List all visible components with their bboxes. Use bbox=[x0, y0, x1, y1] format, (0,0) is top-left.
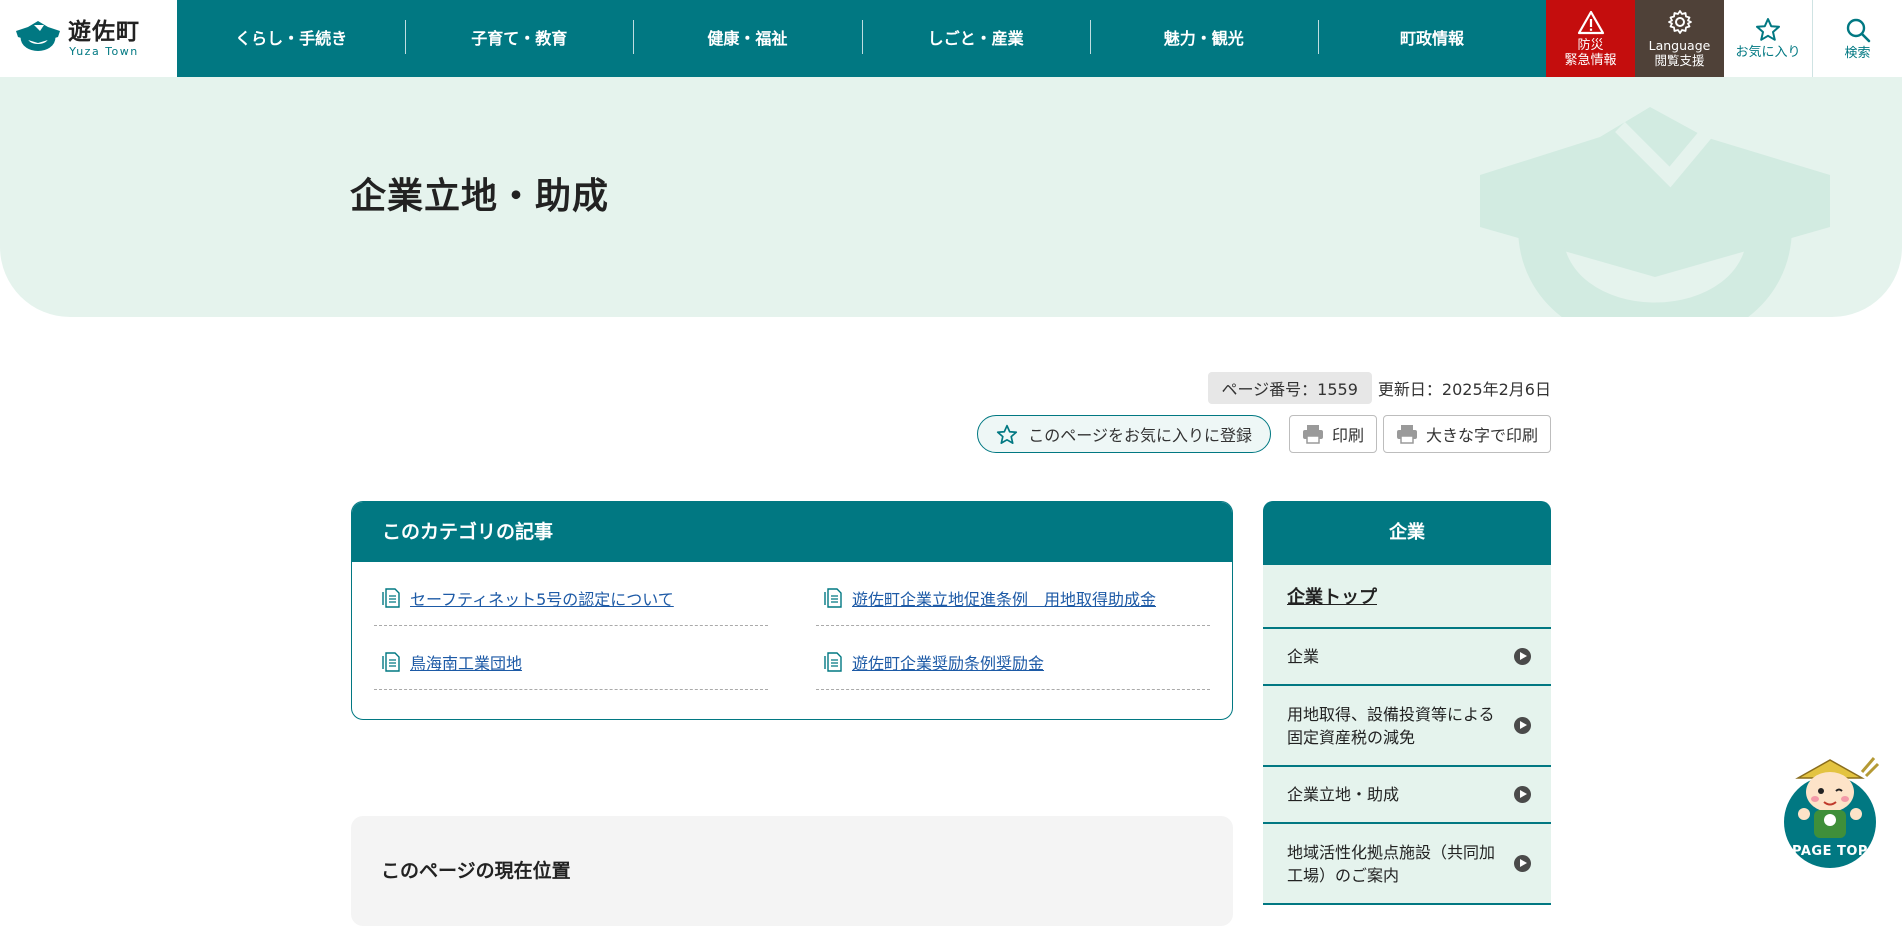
sidebar-top-label: 企業トップ bbox=[1287, 587, 1377, 608]
gear-icon bbox=[1667, 10, 1692, 34]
print-large-label: 大きな字で印刷 bbox=[1425, 426, 1538, 445]
sidebar-item-tax-reduction[interactable]: 用地取得、設備投資等による固定資産税の減免 bbox=[1263, 686, 1551, 767]
article-link[interactable]: 遊佐町企業立地促進条例 用地取得助成金 bbox=[852, 586, 1156, 610]
page-hero: 企業立地・助成 bbox=[0, 77, 1902, 317]
list-item[interactable]: 鳥海南工業団地 bbox=[374, 626, 768, 690]
search-button[interactable]: 検索 bbox=[1813, 0, 1902, 77]
arrow-right-icon bbox=[1514, 786, 1531, 803]
sidebar-item-processing-facility[interactable]: 地域活性化拠点施設（共同加工場）のご案内 bbox=[1263, 824, 1551, 905]
favorites-label: お気に入り bbox=[1735, 45, 1801, 60]
sidebar: 企業 企業トップ 企業 用地取得、設備投資等による固定資産税の減免 企業立地・助… bbox=[1263, 501, 1551, 905]
arrow-right-icon bbox=[1514, 855, 1531, 872]
language-label-2: 閲覧支援 bbox=[1654, 53, 1705, 68]
sidebar-heading: 企業 bbox=[1263, 501, 1551, 565]
list-item[interactable]: 遊佐町企業奨励条例奨励金 bbox=[816, 626, 1210, 690]
page-tools: このページをお気に入りに登録 印刷 大きな字で印刷 bbox=[977, 415, 1551, 453]
print-label: 印刷 bbox=[1331, 426, 1364, 445]
breadcrumb-heading: このページの現在位置 bbox=[381, 860, 571, 882]
nav-tourism[interactable]: 魅力・観光 bbox=[1089, 0, 1318, 77]
star-icon bbox=[1756, 18, 1780, 41]
breadcrumb: このページの現在位置 bbox=[351, 816, 1233, 926]
disaster-label-2: 緊急情報 bbox=[1564, 52, 1617, 68]
language-support-button[interactable]: Language 閲覧支援 bbox=[1635, 0, 1724, 77]
print-button[interactable]: 印刷 bbox=[1288, 415, 1377, 453]
logo-name: 遊佐町 bbox=[68, 19, 140, 45]
town-emblem-watermark-icon bbox=[1480, 107, 1830, 317]
favorites-button[interactable]: お気に入り bbox=[1724, 0, 1813, 77]
page-title: 企業立地・助成 bbox=[350, 176, 610, 217]
updated-date: 更新日：2025年2月6日 bbox=[1377, 380, 1551, 399]
star-icon bbox=[997, 424, 1018, 444]
category-list: セーフティネット5号の認定について 遊佐町企業立地促進条例 用地取得助成金 鳥海… bbox=[352, 562, 1232, 690]
add-favorite-label: このページをお気に入りに登録 bbox=[1028, 426, 1252, 445]
site-logo[interactable]: 遊佐町 Yuza Town bbox=[0, 0, 177, 77]
nav-government[interactable]: 町政情報 bbox=[1317, 0, 1546, 77]
page-meta: ページ番号：1559 更新日：2025年2月6日 bbox=[1207, 372, 1551, 404]
printer-icon bbox=[1396, 425, 1417, 444]
town-emblem-icon bbox=[16, 20, 60, 51]
disaster-label-1: 防災 bbox=[1577, 37, 1604, 53]
category-articles: このカテゴリの記事 セーフティネット5号の認定について 遊佐町企業立地促進条例 … bbox=[351, 501, 1233, 720]
disaster-info-button[interactable]: 防災 緊急情報 bbox=[1546, 0, 1635, 77]
warning-icon bbox=[1577, 10, 1604, 34]
category-heading: このカテゴリの記事 bbox=[352, 502, 1232, 562]
printer-icon bbox=[1302, 425, 1323, 444]
nav-health[interactable]: 健康・福祉 bbox=[633, 0, 861, 77]
nav-childcare[interactable]: 子育て・教育 bbox=[405, 0, 633, 77]
article-link[interactable]: 鳥海南工業団地 bbox=[410, 650, 522, 674]
article-link[interactable]: 遊佐町企業奨励条例奨励金 bbox=[852, 650, 1044, 674]
document-icon bbox=[382, 587, 400, 608]
search-label: 検索 bbox=[1844, 45, 1871, 61]
print-large-button[interactable]: 大きな字で印刷 bbox=[1382, 415, 1551, 453]
page-top-label: PAGE TOP bbox=[1792, 844, 1868, 859]
sidebar-item-top[interactable]: 企業トップ bbox=[1263, 565, 1551, 629]
sidebar-item-label: 企業立地・助成 bbox=[1287, 785, 1400, 804]
arrow-right-icon bbox=[1514, 648, 1531, 665]
logo-subtitle: Yuza Town bbox=[69, 45, 139, 58]
nav-living[interactable]: くらし・手続き bbox=[177, 0, 405, 77]
site-header: 遊佐町 Yuza Town くらし・手続き 子育て・教育 健康・福祉 しごと・産… bbox=[0, 0, 1902, 77]
list-item[interactable]: 遊佐町企業立地促進条例 用地取得助成金 bbox=[816, 562, 1210, 626]
sidebar-item-location-grant[interactable]: 企業立地・助成 bbox=[1263, 767, 1551, 824]
list-item[interactable]: セーフティネット5号の認定について bbox=[374, 562, 768, 626]
page-top-button[interactable]: PAGE TOP bbox=[1778, 748, 1882, 870]
page-number: ページ番号：1559 bbox=[1207, 372, 1372, 404]
sidebar-item-company[interactable]: 企業 bbox=[1263, 629, 1551, 686]
sidebar-item-label: 用地取得、設備投資等による固定資産税の減免 bbox=[1287, 704, 1495, 747]
add-favorite-button[interactable]: このページをお気に入りに登録 bbox=[977, 415, 1271, 453]
sidebar-item-label: 地域活性化拠点施設（共同加工場）のご案内 bbox=[1287, 842, 1496, 885]
arrow-right-icon bbox=[1514, 717, 1531, 734]
document-icon bbox=[824, 651, 842, 672]
global-nav: くらし・手続き 子育て・教育 健康・福祉 しごと・産業 魅力・観光 町政情報 bbox=[177, 0, 1546, 77]
sidebar-item-label: 企業 bbox=[1287, 647, 1320, 666]
language-label-1: Language bbox=[1648, 38, 1711, 53]
document-icon bbox=[382, 651, 400, 672]
nav-business[interactable]: しごと・産業 bbox=[861, 0, 1090, 77]
article-link[interactable]: セーフティネット5号の認定について bbox=[410, 586, 674, 610]
document-icon bbox=[824, 587, 842, 608]
search-icon bbox=[1846, 18, 1870, 42]
